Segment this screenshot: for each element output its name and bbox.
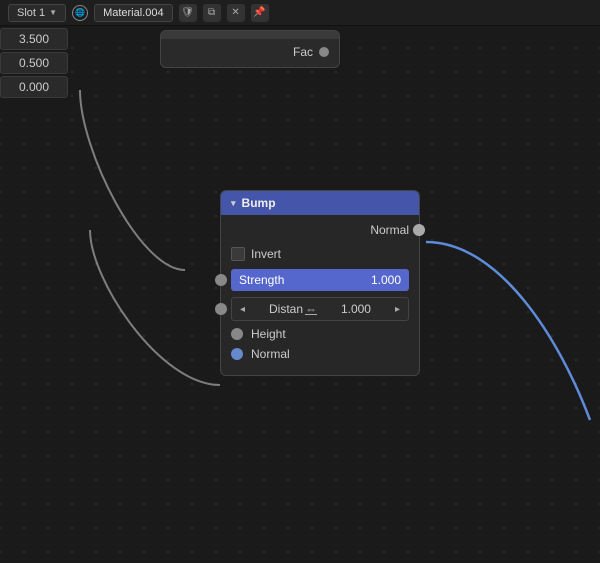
value-field-1[interactable]: 3.500 (0, 28, 68, 50)
normal-output-socket (413, 224, 425, 236)
strength-value: 1.000 (371, 273, 401, 287)
shield-icon[interactable]: 🛡 (179, 4, 197, 22)
chevron-down-icon: ▾ (231, 198, 236, 209)
strength-row: Strength 1.000 (231, 269, 409, 291)
slot-selector[interactable]: Slot 1 ▼ (8, 4, 66, 22)
node-bump: ▾ Bump Normal Invert Strength 1.000 ◂ (220, 190, 420, 376)
distance-input-socket (215, 303, 227, 315)
distance-left-arrow-icon: ◂ (240, 304, 245, 315)
fac-output-socket (319, 47, 329, 57)
node-bump-title: Bump (242, 196, 276, 210)
fac-output-label: Fac (293, 45, 313, 59)
material-section: Material.004 (94, 4, 173, 22)
invert-label: Invert (251, 247, 281, 261)
node-fac-body: Fac (161, 39, 339, 67)
strength-field[interactable]: Strength 1.000 (231, 269, 409, 291)
left-panel: 3.500 0.500 0.000 (0, 28, 68, 98)
globe-icon: 🌐 (72, 5, 88, 21)
strength-label: Strength (239, 273, 284, 287)
distance-value: 1.000 (341, 302, 371, 316)
distance-row: ◂ Distan⇔ 1.000 ▸ (231, 297, 409, 321)
height-socket-row: Height (231, 327, 409, 341)
invert-checkbox[interactable] (231, 247, 245, 261)
slot-label: Slot 1 (17, 7, 45, 19)
height-input-socket (231, 328, 243, 340)
normal-input-socket (231, 348, 243, 360)
normal-output-label: Normal (370, 223, 409, 237)
node-bump-header: ▾ Bump (221, 191, 419, 215)
height-label: Height (251, 327, 286, 341)
node-fac: Fac (160, 30, 340, 68)
node-fac-header (161, 31, 339, 39)
distance-field[interactable]: ◂ Distan⇔ 1.000 ▸ (231, 297, 409, 321)
pin-icon[interactable]: 📌 (251, 4, 269, 22)
value-field-3[interactable]: 0.000 (0, 76, 68, 98)
value-field-2[interactable]: 0.500 (0, 52, 68, 74)
distance-label: Distan⇔ (269, 302, 317, 316)
copy-icon[interactable]: ⧉ (203, 4, 221, 22)
distance-right-arrow-icon: ▸ (395, 304, 400, 315)
invert-row: Invert (231, 247, 409, 261)
close-icon[interactable]: ✕ (227, 4, 245, 22)
normal-input-socket-row: Normal (231, 347, 409, 361)
material-name[interactable]: Material.004 (94, 4, 173, 22)
normal-output-row: Normal (231, 223, 409, 237)
slot-arrow-icon: ▼ (49, 8, 57, 17)
strength-input-socket (215, 274, 227, 286)
normal-input-label: Normal (251, 347, 290, 361)
top-bar: Slot 1 ▼ 🌐 Material.004 🛡 ⧉ ✕ 📌 (0, 0, 600, 26)
node-bump-body: Normal Invert Strength 1.000 ◂ Distan⇔ 1… (221, 215, 419, 375)
